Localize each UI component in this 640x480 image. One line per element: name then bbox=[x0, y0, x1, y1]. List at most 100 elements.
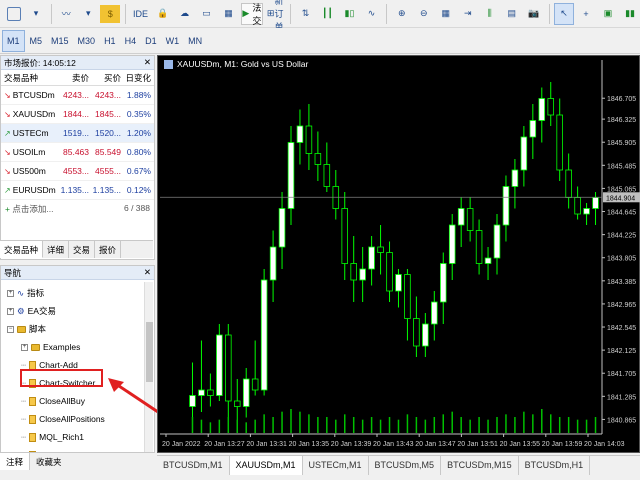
header-ask[interactable]: 买价 bbox=[91, 72, 123, 84]
price-tick-label: 1846.325 bbox=[607, 117, 636, 124]
candle-body bbox=[439, 263, 447, 303]
candle-body bbox=[242, 378, 250, 407]
chart-tab[interactable]: BTCUSDm,M1 bbox=[157, 456, 230, 475]
symbol-cell: ↗ EURUSDm bbox=[1, 185, 59, 195]
candle-chart-icon[interactable]: ▮▯ bbox=[339, 3, 359, 25]
timeframe-m15[interactable]: M15 bbox=[47, 30, 73, 52]
nav-tab-0[interactable]: 注释 bbox=[0, 453, 31, 470]
dollar-icon[interactable]: $ bbox=[100, 4, 121, 23]
candle-body bbox=[448, 224, 456, 264]
candle-body bbox=[538, 98, 546, 121]
nav-item-label: CloseAllPositions bbox=[39, 414, 105, 424]
tab-0[interactable]: 交易品种 bbox=[0, 241, 44, 258]
nav-tab-1[interactable]: 收藏夹 bbox=[30, 453, 68, 470]
price-chart[interactable]: 1846.705 1846.325 1845.905 1845.485 1845.065… bbox=[157, 55, 640, 453]
header-change[interactable]: 日变化 bbox=[123, 72, 153, 84]
nav-item[interactable]: ┄ MQL_Rich1 bbox=[1, 428, 154, 446]
chart-tab[interactable]: BTCUSDm,M15 bbox=[441, 456, 519, 475]
chart-tab[interactable]: BTCUSDm,M5 bbox=[369, 456, 442, 475]
expand-icon[interactable]: − bbox=[7, 325, 14, 333]
timeframe-h4[interactable]: H4 bbox=[121, 30, 141, 52]
expand-icon[interactable]: + bbox=[7, 307, 14, 315]
line-chart-icon[interactable]: 〰 bbox=[56, 3, 76, 25]
chart-canvas[interactable]: 1846.7051846.3251845.9051845.4851845.065… bbox=[158, 56, 640, 454]
nav-item[interactable]: + Examples bbox=[1, 338, 154, 356]
chart-tab[interactable]: XAUUSDm,M1 bbox=[229, 456, 303, 475]
chart-type-dropdown-icon[interactable]: ▾ bbox=[78, 3, 98, 25]
objects-icon[interactable]: ▣ bbox=[598, 3, 618, 25]
table-row[interactable]: ↘ USOILm 85.463 85.549 0.80% bbox=[1, 143, 154, 162]
ide-button[interactable]: IDE bbox=[131, 3, 151, 25]
timeframe-d1[interactable]: D1 bbox=[141, 30, 161, 52]
tab-2[interactable]: 交易 bbox=[69, 241, 96, 258]
tab-3[interactable]: 报价 bbox=[95, 241, 122, 258]
candle-body bbox=[251, 378, 259, 391]
candle-body bbox=[323, 164, 331, 187]
header-symbol[interactable]: 交易品种 bbox=[1, 72, 59, 84]
script-icon bbox=[29, 396, 37, 406]
scroll-icon[interactable]: ⇥ bbox=[458, 3, 478, 25]
timeframe-h1[interactable]: H1 bbox=[100, 30, 120, 52]
timeframe-w1[interactable]: W1 bbox=[162, 30, 184, 52]
tab-1[interactable]: 详细 bbox=[43, 241, 70, 258]
algo-trading-button[interactable]: ▶算法交易 bbox=[240, 2, 264, 39]
nav-item[interactable]: − 脚本 bbox=[1, 320, 154, 338]
nav-item[interactable]: + ∿ 指标 bbox=[1, 284, 154, 302]
chart-tab[interactable]: USTECm,M1 bbox=[303, 456, 369, 475]
ask-cell: 1520... bbox=[95, 128, 121, 138]
line-type-icon[interactable]: ∿ bbox=[361, 3, 381, 25]
market-watch-header: 交易品种 卖价 买价 日变化 bbox=[1, 70, 154, 86]
crosshair-icon[interactable]: + bbox=[576, 3, 596, 25]
new-chart-icon[interactable] bbox=[4, 3, 24, 25]
tile-icon[interactable]: ▦ bbox=[436, 3, 456, 25]
depth-icon[interactable]: ⇅ bbox=[295, 3, 315, 25]
cursor-icon[interactable]: ↖ bbox=[554, 2, 575, 25]
bar-chart-icon[interactable]: ┃┃ bbox=[317, 3, 337, 25]
add-symbol-link[interactable]: + 点击添加... bbox=[5, 203, 53, 215]
lock-icon[interactable]: 🔒 bbox=[153, 3, 173, 25]
arrow-up-icon: ↗ bbox=[4, 185, 11, 195]
symbol-label: USTECm bbox=[12, 128, 49, 138]
change-cell: 0.35% bbox=[126, 109, 151, 119]
table-row[interactable]: ↗ EURUSDm 1.135... 1.135... 0.12% bbox=[1, 181, 154, 200]
chart-tab[interactable]: BTCUSDm,H1 bbox=[519, 456, 591, 475]
time-tick-label: 20 Jan 13:51 bbox=[457, 441, 498, 448]
expand-icon[interactable]: + bbox=[21, 343, 28, 351]
table-row[interactable]: ↗ USTECm 1519... 1520... 1.20% bbox=[1, 124, 154, 143]
timeframe-m5[interactable]: M5 bbox=[26, 30, 47, 52]
tree-line-icon: ┄ bbox=[21, 413, 27, 424]
profiles-icon[interactable]: ▾ bbox=[26, 3, 46, 25]
table-row[interactable]: ↘ XAUUSDm 1844... 1845... 0.35% bbox=[1, 105, 154, 124]
candle-body bbox=[350, 263, 357, 281]
arrow-up-icon: ↗ bbox=[4, 128, 11, 138]
table-row[interactable]: ↘ BTCUSDm 4243... 4243... 1.88% bbox=[1, 86, 154, 105]
bid-cell: 85.463 bbox=[63, 147, 89, 157]
timeframe-m30[interactable]: M30 bbox=[74, 30, 100, 52]
cloud-icon[interactable]: ☁ bbox=[175, 3, 195, 25]
nav-item[interactable]: + ⚙ EA交易 bbox=[1, 302, 154, 320]
new-order-button[interactable]: ⊞ 新订单 bbox=[265, 0, 285, 32]
close-icon[interactable]: ✕ bbox=[144, 267, 151, 278]
zoom-out-icon[interactable]: ⊖ bbox=[414, 3, 434, 25]
arrow-down-icon: ↘ bbox=[4, 90, 11, 100]
header-bid[interactable]: 卖价 bbox=[59, 72, 91, 84]
tab-icon[interactable]: ▭ bbox=[197, 3, 217, 25]
table-row[interactable]: ↘ US500m 4553... 4555... 0.67% bbox=[1, 162, 154, 181]
candle-body bbox=[431, 301, 438, 325]
candle-body bbox=[592, 197, 599, 209]
timeframe-mn[interactable]: MN bbox=[184, 30, 206, 52]
screenshot-icon[interactable]: 📷 bbox=[524, 3, 544, 25]
candle-body bbox=[395, 274, 402, 292]
price-tick-label: 1841.705 bbox=[607, 371, 636, 378]
candle-body bbox=[305, 125, 313, 154]
window-icon[interactable]: ▦ bbox=[219, 3, 239, 25]
expand-icon[interactable]: + bbox=[7, 289, 14, 297]
scrollbar-thumb[interactable] bbox=[146, 322, 153, 382]
close-icon[interactable]: ✕ bbox=[144, 57, 151, 68]
timeframe-m1[interactable]: M1 bbox=[2, 29, 25, 52]
bid-cell: 4553... bbox=[63, 166, 89, 176]
indicators-icon[interactable]: ⫼ bbox=[480, 3, 500, 25]
zoom-in-icon[interactable]: ⊕ bbox=[392, 3, 412, 25]
templates-icon[interactable]: ▤ bbox=[502, 3, 522, 25]
signal-icon[interactable]: ▮▮ bbox=[620, 3, 640, 25]
